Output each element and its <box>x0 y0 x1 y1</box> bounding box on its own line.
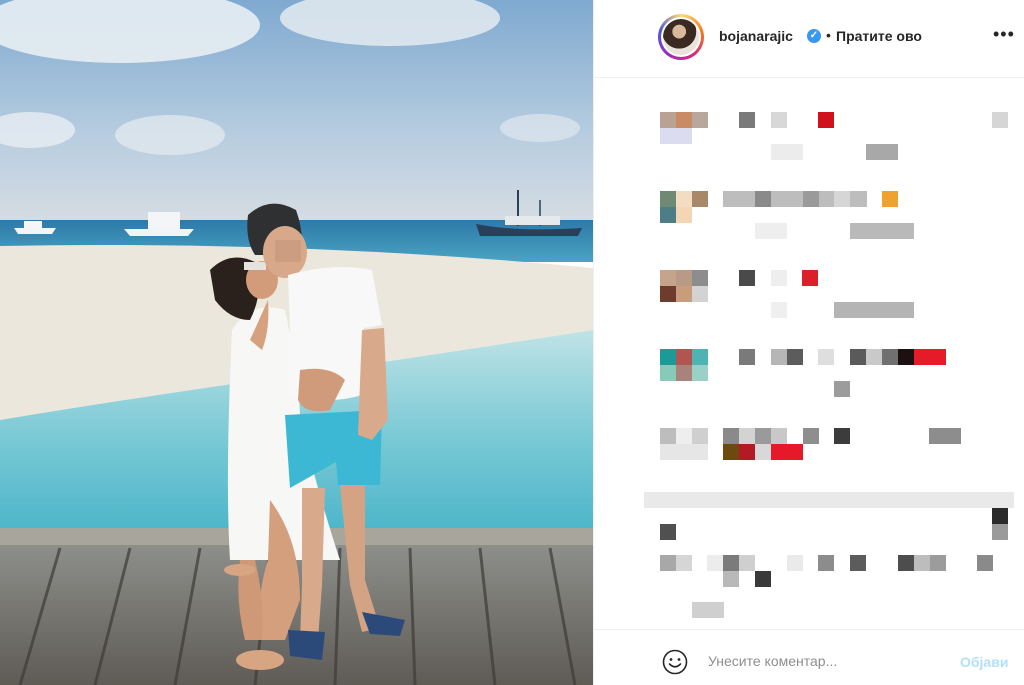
post-side-panel: bojanarajic ✓ • Пратите ово ••• Унесите … <box>593 0 1024 685</box>
comment-avatar-pixel[interactable] <box>692 428 708 444</box>
comment-avatar-pixel[interactable] <box>660 286 676 302</box>
comment-avatar-pixel[interactable] <box>692 349 708 365</box>
comment-text-pixel <box>834 191 850 207</box>
comment-meta-pixel <box>755 223 787 239</box>
comment-meta-pixel <box>771 144 803 160</box>
comment-avatar-pixel[interactable] <box>676 428 692 444</box>
comment-avatar-pixel[interactable] <box>676 270 692 286</box>
comment-avatar-pixel[interactable] <box>660 428 676 444</box>
comment-avatar-pixel[interactable] <box>676 286 692 302</box>
more-options-icon[interactable]: ••• <box>993 24 1015 45</box>
add-comment-bar: Објави <box>594 629 1024 685</box>
comment-avatar-pixel[interactable] <box>676 365 692 381</box>
comment-text-pixel <box>771 428 787 444</box>
post-header: bojanarajic ✓ • Пратите ово ••• <box>594 0 1024 78</box>
comment-meta-pixel <box>834 302 914 318</box>
comment-avatar-pixel[interactable] <box>660 270 676 286</box>
comment-text-pixel <box>930 555 946 571</box>
comment-avatar-pixel[interactable] <box>660 128 692 144</box>
comment-text-pixel <box>882 349 898 365</box>
comment-avatar-pixel[interactable] <box>676 191 692 207</box>
comment-text-pixel <box>882 191 898 207</box>
comment-text-pixel <box>739 270 755 286</box>
comment-avatar-pixel[interactable] <box>660 112 676 128</box>
comment-text-pixel <box>707 555 723 571</box>
comment-text-pixel <box>787 555 803 571</box>
comment-text-pixel <box>929 428 961 444</box>
header-separator: • <box>826 27 831 43</box>
comment-text-pixel <box>992 112 1008 128</box>
comment-text-pixel <box>992 508 1008 524</box>
comment-text-pixel <box>977 555 993 571</box>
comment-text-pixel <box>771 112 787 128</box>
avatar-frame <box>661 17 701 57</box>
comment-text-pixel <box>660 555 676 571</box>
comment-text-pixel <box>739 112 755 128</box>
post-comment-button[interactable]: Објави <box>960 654 1008 670</box>
comment-text-pixel <box>803 428 819 444</box>
comment-avatar-pixel[interactable] <box>660 207 676 223</box>
comment-text-pixel <box>739 444 755 460</box>
comment-text-pixel <box>898 555 914 571</box>
comment-text-pixel <box>723 428 739 444</box>
comment-text-pixel <box>755 428 771 444</box>
comment-avatar-pixel[interactable] <box>676 112 692 128</box>
comment-text-pixel <box>803 191 819 207</box>
comment-text-pixel <box>723 444 739 460</box>
comment-avatar-pixel[interactable] <box>660 524 676 540</box>
comment-text-pixel <box>739 349 755 365</box>
avatar-image <box>663 19 699 55</box>
comment-avatar-pixel[interactable] <box>692 286 708 302</box>
comment-text-pixel <box>914 555 930 571</box>
comment-text-pixel <box>771 444 803 460</box>
comment-text-pixel <box>755 444 771 460</box>
comment-avatar-pixel[interactable] <box>660 365 676 381</box>
comment-avatar-pixel[interactable] <box>692 112 708 128</box>
comment-text-pixel <box>755 191 771 207</box>
beach-photo-image <box>0 0 593 685</box>
comment-avatar-pixel[interactable] <box>660 349 676 365</box>
comment-text-pixel <box>850 349 866 365</box>
comment-divider <box>644 492 1014 508</box>
comment-avatar-pixel[interactable] <box>692 270 708 286</box>
comment-text-pixel <box>787 349 803 365</box>
comment-text-pixel <box>818 555 834 571</box>
comment-text-pixel <box>992 524 1008 540</box>
avatar[interactable] <box>658 14 704 60</box>
comment-avatar-pixel[interactable] <box>676 349 692 365</box>
comment-meta-pixel <box>850 223 914 239</box>
follow-button[interactable]: Пратите ово <box>836 28 922 44</box>
post-photo[interactable] <box>0 0 593 685</box>
comment-text-pixel <box>676 555 692 571</box>
comment-input[interactable] <box>708 649 948 673</box>
comment-text-pixel <box>818 349 834 365</box>
comment-meta-pixel <box>692 602 724 618</box>
comment-text-pixel <box>866 349 882 365</box>
comment-text-pixel <box>739 428 755 444</box>
comment-meta-pixel <box>866 144 898 160</box>
comment-avatar-pixel[interactable] <box>692 365 708 381</box>
emoji-smile-icon[interactable] <box>662 649 688 675</box>
comment-text-pixel <box>850 555 866 571</box>
comment-avatar-pixel[interactable] <box>660 191 676 207</box>
comment-text-pixel <box>739 555 755 571</box>
comment-avatar-pixel[interactable] <box>692 191 708 207</box>
comment-text-pixel <box>834 428 850 444</box>
comment-meta-pixel <box>834 381 850 397</box>
comment-text-pixel <box>771 349 787 365</box>
username-link[interactable]: bojanarajic <box>719 28 793 44</box>
comment-avatar-pixel[interactable] <box>676 207 692 223</box>
comment-text-pixel <box>914 349 946 365</box>
comment-text-pixel <box>818 112 834 128</box>
verified-badge-icon: ✓ <box>807 29 821 43</box>
comment-text-pixel <box>723 555 739 571</box>
comment-meta-pixel <box>755 571 771 587</box>
comment-meta-pixel <box>771 302 787 318</box>
comment-text-pixel <box>802 270 818 286</box>
comment-text-pixel <box>771 270 787 286</box>
comments-list <box>594 79 1024 629</box>
comment-meta-pixel <box>723 571 739 587</box>
comment-avatar-pixel[interactable] <box>660 444 708 460</box>
comment-text-pixel <box>898 349 914 365</box>
